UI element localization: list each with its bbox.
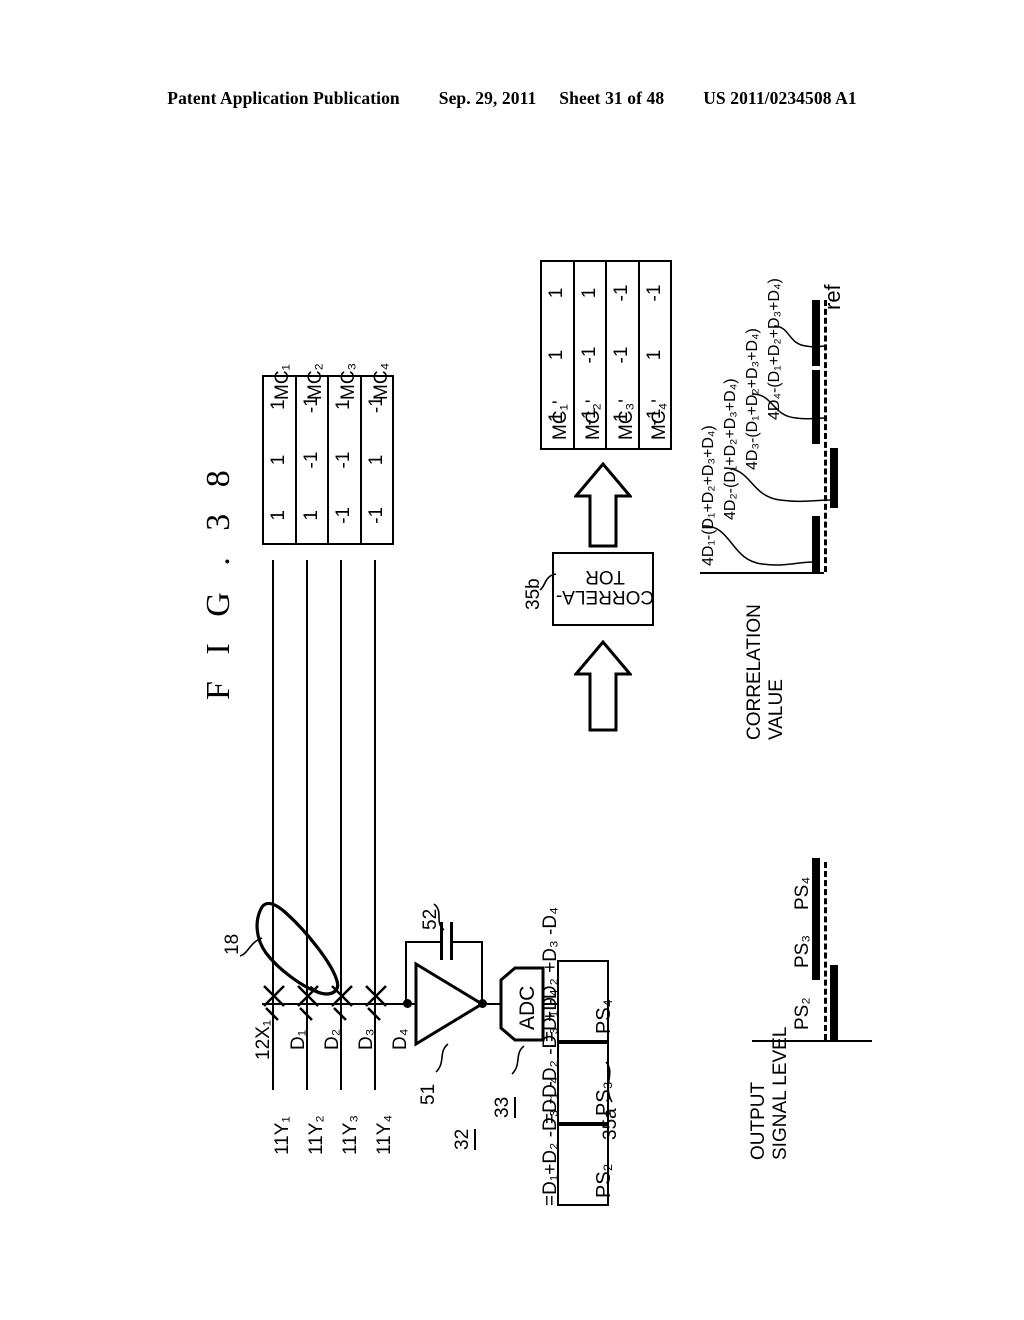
adc-leader-line	[511, 1045, 525, 1075]
amp-ref-label-51: 51	[418, 1083, 439, 1105]
mc-prime-row-label-3: MC₃'	[616, 399, 637, 440]
mc-prime-cell: -1	[611, 346, 633, 364]
mc-cell: 1	[268, 510, 290, 521]
feedback-wire-top-left	[405, 941, 441, 943]
correlator-label-line2: TOR	[585, 565, 625, 587]
finger-leader-line	[239, 937, 263, 957]
mc-prime-cell: -1	[578, 346, 600, 364]
mc-prime-cell: -1	[643, 284, 665, 302]
output-chart-axis-label-line1: OUTPUT	[748, 1081, 769, 1160]
mc-matrix-row: 1 -1 -1	[296, 377, 329, 543]
correlation-leader-2	[723, 467, 831, 503]
amplifier-symbol-51	[414, 961, 485, 1047]
mc-matrix-wrapper: 1 1 1 1 -1 -1 -1 -1 1 -1 1 -1	[262, 375, 394, 545]
output-chart-axis-label-line2: SIGNAL LEVEL	[770, 1026, 791, 1160]
correlation-leader-3	[751, 393, 825, 420]
mc-cell: -1	[365, 506, 387, 524]
mc-row-label-4: MC₄	[371, 362, 392, 400]
ps-equation-ps2: =D₁+D₂ -D₃ -D₄	[540, 1076, 561, 1206]
adc-ref-label-33: 33	[492, 1096, 516, 1118]
mc-matrix-row: -1 -1 1	[329, 377, 362, 543]
mc-prime-cell: 1	[643, 349, 665, 361]
correlation-ref-label: ref	[820, 284, 845, 310]
mc-row-label-2: MC₂	[305, 363, 326, 400]
capacitor-leader-line	[433, 903, 445, 931]
ps-cell-label-ps4: PS₄	[593, 999, 615, 1034]
figure-drawing: F I G . 3 8 11Y₁ 11Y₂ 11Y₃ 11Y₄ 12X₁ D₁ …	[0, 0, 1024, 1320]
output-bar-ps2	[830, 965, 838, 1041]
mc-cell: -1	[300, 451, 322, 469]
ps-block-ref-35a: 35a	[600, 1108, 621, 1140]
mc-cell: 1	[300, 510, 322, 521]
row-label-11y2: 11Y₂	[306, 1115, 327, 1155]
mc-row-label-1: MC₁	[272, 364, 293, 400]
mc-matrix-row: 1 1 1	[264, 377, 297, 543]
correlation-leader-4	[773, 325, 827, 348]
mc-matrix-row: -1 1 -1	[362, 377, 393, 543]
diode-label-d1: D₁	[288, 1029, 309, 1050]
ps-cell-label-ps2: PS₂	[593, 1163, 615, 1198]
mc-prime-cell: -1	[611, 284, 633, 302]
output-bar-label-ps3: PS₃	[792, 934, 813, 968]
ps-block-leader-line	[605, 1061, 613, 1103]
feedback-wire-right	[481, 941, 483, 1003]
mc-prime-cell: 1	[546, 287, 568, 299]
mc-cell: 1	[268, 454, 290, 466]
feedback-wire-left	[405, 941, 407, 1003]
feedback-wire-top-right	[451, 941, 483, 943]
frontend-block-ref-32-text: 32	[452, 1128, 476, 1150]
mc-cell: -1	[333, 451, 355, 469]
output-bar-label-ps4: PS₄	[792, 876, 813, 910]
mc-prime-row-label-2: MC₂'	[583, 399, 604, 440]
amp-leader-line	[435, 1043, 449, 1073]
row-label-11y3: 11Y₃	[340, 1114, 361, 1155]
correlation-chart-axis-label-line2: VALUE	[766, 679, 787, 740]
mc-prime-cell: 1	[546, 349, 568, 361]
figure-title: F I G . 3 8	[200, 461, 237, 700]
mc-cell: -1	[333, 506, 355, 524]
frontend-block-ref-32: 32	[452, 1128, 476, 1150]
arrow-ps-to-correlator	[574, 640, 632, 732]
ps-cell-ps4: PS₄	[557, 960, 615, 1042]
correlator-label-line1: CORRELA-	[555, 585, 655, 607]
output-chart-zero-line	[824, 862, 827, 1040]
correlator-leader-line	[539, 573, 557, 591]
mc-row-label-3: MC₃	[338, 362, 359, 400]
diode-label-d3: D₃	[356, 1028, 377, 1050]
mc-prime-row-label-4: MC₄'	[649, 399, 670, 440]
row-label-11y4: 11Y₄	[374, 1114, 395, 1155]
mc-cell: 1	[365, 454, 387, 466]
diode-label-d4: D₄	[390, 1028, 411, 1050]
correlator-block: CORRELA- TOR	[552, 552, 654, 626]
adc-ref-label-33-text: 33	[492, 1096, 516, 1118]
diode-label-d2: D₂	[322, 1028, 343, 1050]
correlator-label: CORRELA- TOR	[554, 565, 656, 607]
correlation-chart-axis-label-line1: CORRELATION	[744, 604, 765, 740]
row-label-11y1: 11Y₁	[272, 1116, 293, 1155]
adc-label: ADC	[516, 985, 539, 1030]
mc-prime-cell: 1	[578, 287, 600, 299]
mc-prime-row-label-1: MC₁'	[550, 400, 571, 440]
correlation-leader-1	[701, 525, 813, 566]
arrow-correlator-to-mcprime	[574, 462, 632, 548]
output-bar-label-ps2: PS₂	[792, 997, 813, 1030]
mc-matrix-table: 1 1 1 1 -1 -1 -1 -1 1 -1 1 -1	[262, 375, 394, 545]
